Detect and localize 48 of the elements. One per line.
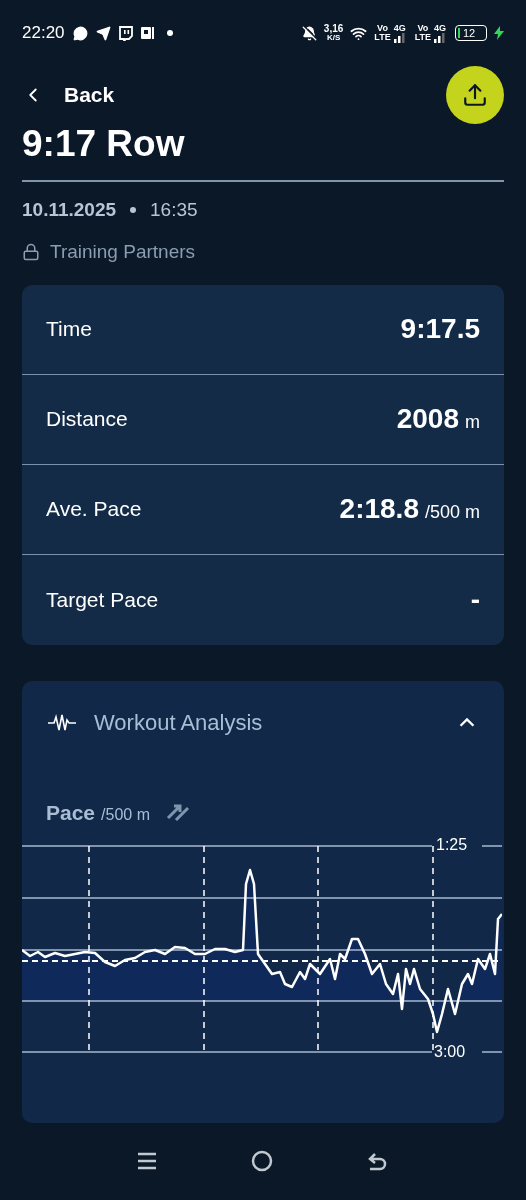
stat-unit: /500 m: [424, 501, 480, 524]
metric-unit: /500 m: [101, 804, 150, 825]
app-icon: [140, 26, 155, 40]
axis-label: 1:25: [436, 835, 468, 855]
waveform-icon: [48, 713, 76, 732]
stat-value: -: [470, 582, 480, 617]
home-icon[interactable]: [251, 1150, 273, 1173]
network-label: 4G: [393, 23, 406, 33]
analysis-header[interactable]: Workout Analysis: [22, 680, 504, 765]
axis-label: 3:00: [434, 1042, 466, 1062]
chat-icon: [72, 25, 88, 41]
paper-plane-icon: [95, 25, 111, 41]
compare-icon: [165, 802, 190, 823]
share-button[interactable]: [446, 66, 504, 124]
network-speed: 3,16: [323, 24, 344, 33]
chat-bubble-icon: [118, 25, 133, 41]
workout-date: 10.11.2025: [22, 197, 117, 222]
metric-label: Pace: [46, 799, 96, 826]
stat-label: Target Pace: [46, 586, 159, 613]
stat-value: 9:17.5: [400, 312, 480, 346]
stat-unit: m: [465, 411, 480, 434]
back-nav-icon[interactable]: [367, 1150, 389, 1173]
bell-off-icon: [301, 25, 317, 41]
stat-label: Distance: [46, 406, 128, 433]
analysis-title: Workout Analysis: [94, 709, 263, 737]
network-label: 4G: [434, 23, 446, 33]
volte-label: Vo: [417, 24, 429, 33]
volte-label: Vo: [377, 24, 388, 33]
signal-icon: [434, 32, 448, 43]
signal-icon: [393, 32, 408, 43]
dot-separator-icon: [130, 206, 137, 213]
volte-label: LTE: [414, 33, 431, 42]
back-button[interactable]: Back: [22, 79, 115, 111]
dot-icon: [166, 30, 173, 36]
visibility-label: Training Partners: [50, 240, 196, 264]
stat-label: Time: [46, 316, 92, 343]
upload-icon: [462, 82, 488, 108]
workout-title: 9:17 Row: [22, 122, 186, 166]
battery-level: 12: [463, 27, 476, 39]
lock-icon: [22, 243, 40, 262]
stat-label: Ave. Pace: [46, 496, 142, 523]
speed-unit: K/S: [326, 33, 341, 42]
workout-time: 16:35: [150, 197, 198, 222]
clock: 22:20: [22, 22, 65, 45]
volte-label: LTE: [374, 33, 391, 42]
recent-apps-icon[interactable]: [137, 1151, 157, 1172]
stat-value: 2008: [396, 402, 459, 436]
stat-value: 2:18.8: [339, 492, 419, 526]
